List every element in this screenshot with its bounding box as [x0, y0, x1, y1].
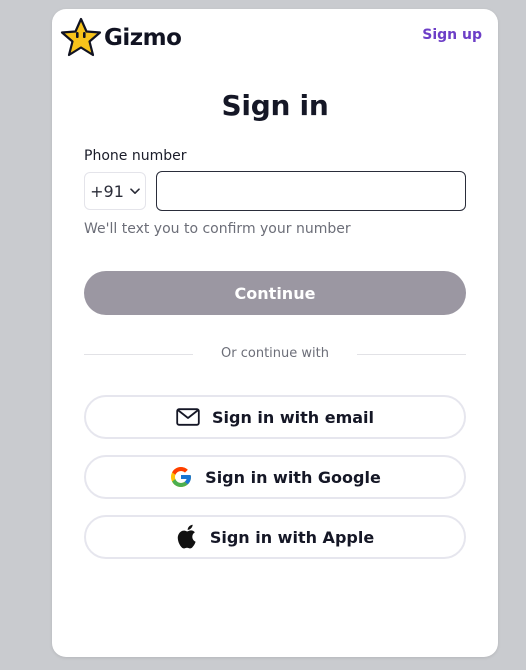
divider-line-right	[357, 354, 466, 355]
chevron-down-icon	[130, 187, 140, 195]
apple-icon	[176, 524, 198, 550]
brand-name: Gizmo	[104, 25, 182, 51]
phone-number-input[interactable]	[156, 171, 466, 211]
sign-up-link[interactable]: Sign up	[422, 27, 482, 43]
sign-in-apple-label: Sign in with Apple	[209, 527, 375, 547]
sign-in-google-button[interactable]: Sign in with Google	[84, 455, 466, 499]
country-code-value: +91	[90, 181, 124, 201]
divider-text: Or continue with	[221, 346, 329, 361]
phone-number-label: Phone number	[84, 148, 187, 164]
page-title: Sign in	[221, 89, 329, 122]
star-mascot-icon	[60, 17, 102, 59]
sign-in-google-label: Sign in with Google	[205, 467, 381, 487]
continue-button[interactable]: Continue	[84, 271, 466, 315]
helper-text: We'll text you to confirm your number	[84, 221, 351, 237]
sign-in-apple-button[interactable]: Sign in with Apple	[84, 515, 466, 559]
sign-in-card: Gizmo Sign up Sign in Phone number +91 W…	[52, 9, 498, 657]
sign-in-email-label: Sign in with email	[211, 407, 375, 427]
country-code-select[interactable]: +91	[84, 172, 146, 210]
google-icon	[169, 465, 193, 489]
brand-logo[interactable]: Gizmo	[60, 17, 182, 59]
envelope-icon	[176, 408, 200, 426]
divider-line-left	[84, 354, 193, 355]
sign-in-email-button[interactable]: Sign in with email	[84, 395, 466, 439]
